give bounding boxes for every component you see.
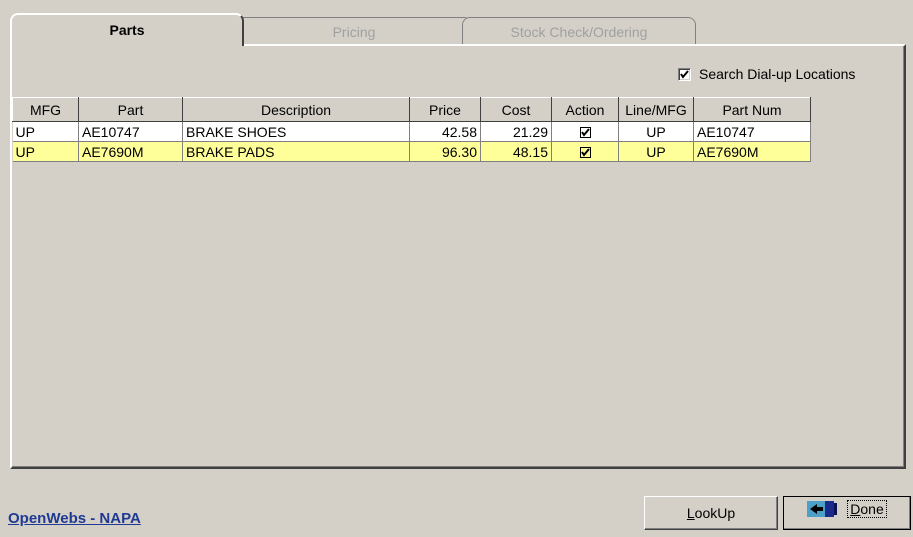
- tab-pricing-label: Pricing: [332, 24, 376, 40]
- cell-part[interactable]: AE7690M: [78, 141, 183, 162]
- tab-stock-check-ordering[interactable]: Stock Check/Ordering: [462, 17, 696, 45]
- lookup-mnemonic: L: [686, 505, 695, 521]
- cell-mfg[interactable]: UP: [12, 141, 79, 162]
- search-dialup-checkbox[interactable]: [678, 67, 691, 81]
- action-checkbox[interactable]: [579, 127, 591, 139]
- lookup-button[interactable]: LookUp: [644, 496, 778, 530]
- cell-action[interactable]: [551, 141, 619, 162]
- grid-header-row: MFG Part Description Price Cost Action L…: [12, 97, 811, 122]
- table-row[interactable]: UP AE10747 BRAKE SHOES 42.58 21.29 UP AE…: [12, 121, 811, 142]
- checkmark-icon: [580, 128, 590, 137]
- parts-grid: MFG Part Description Price Cost Action L…: [12, 97, 811, 162]
- done-label: one: [860, 501, 884, 517]
- col-header-mfg[interactable]: MFG: [12, 97, 79, 122]
- cell-line-mfg[interactable]: UP: [618, 141, 694, 162]
- search-dialup-label: Search Dial-up Locations: [699, 66, 856, 82]
- col-header-cost[interactable]: Cost: [480, 97, 552, 122]
- cell-description[interactable]: BRAKE SHOES: [182, 121, 410, 142]
- table-row[interactable]: UP AE7690M BRAKE PADS 96.30 48.15 UP AE7…: [12, 141, 811, 162]
- cell-mfg[interactable]: UP: [12, 121, 79, 142]
- lookup-label: ookUp: [694, 505, 736, 521]
- col-header-price[interactable]: Price: [409, 97, 481, 122]
- tab-parts[interactable]: Parts: [10, 13, 244, 46]
- cell-part-num[interactable]: AE7690M: [693, 141, 811, 162]
- exit-door-icon: [807, 501, 838, 517]
- tab-pricing[interactable]: Pricing: [236, 17, 472, 45]
- done-mnemonic: D: [850, 501, 861, 517]
- cell-description[interactable]: BRAKE PADS: [182, 141, 410, 162]
- cell-price[interactable]: 42.58: [409, 121, 481, 142]
- checkmark-icon: [580, 148, 590, 157]
- parts-panel: Search Dial-up Locations MFG Part Descri…: [10, 44, 906, 469]
- cell-cost[interactable]: 48.15: [480, 141, 552, 162]
- tab-stock-label: Stock Check/Ordering: [510, 24, 648, 40]
- cell-part[interactable]: AE10747: [78, 121, 183, 142]
- done-button[interactable]: Done: [783, 496, 911, 530]
- col-header-description[interactable]: Description: [182, 97, 410, 122]
- col-header-action[interactable]: Action: [551, 97, 619, 122]
- cell-part-num[interactable]: AE10747: [693, 121, 811, 142]
- action-checkbox[interactable]: [579, 147, 591, 159]
- cell-action[interactable]: [551, 121, 619, 142]
- openwebs-napa-link[interactable]: OpenWebs - NAPA: [8, 510, 141, 527]
- search-dialup-option[interactable]: Search Dial-up Locations: [678, 66, 855, 82]
- col-header-part[interactable]: Part: [78, 97, 183, 122]
- tab-parts-label: Parts: [109, 22, 145, 38]
- col-header-part-num[interactable]: Part Num: [693, 97, 811, 122]
- checkmark-icon: [680, 69, 689, 79]
- cell-cost[interactable]: 21.29: [480, 121, 552, 142]
- cell-line-mfg[interactable]: UP: [618, 121, 694, 142]
- cell-price[interactable]: 96.30: [409, 141, 481, 162]
- col-header-line-mfg[interactable]: Line/MFG: [618, 97, 694, 122]
